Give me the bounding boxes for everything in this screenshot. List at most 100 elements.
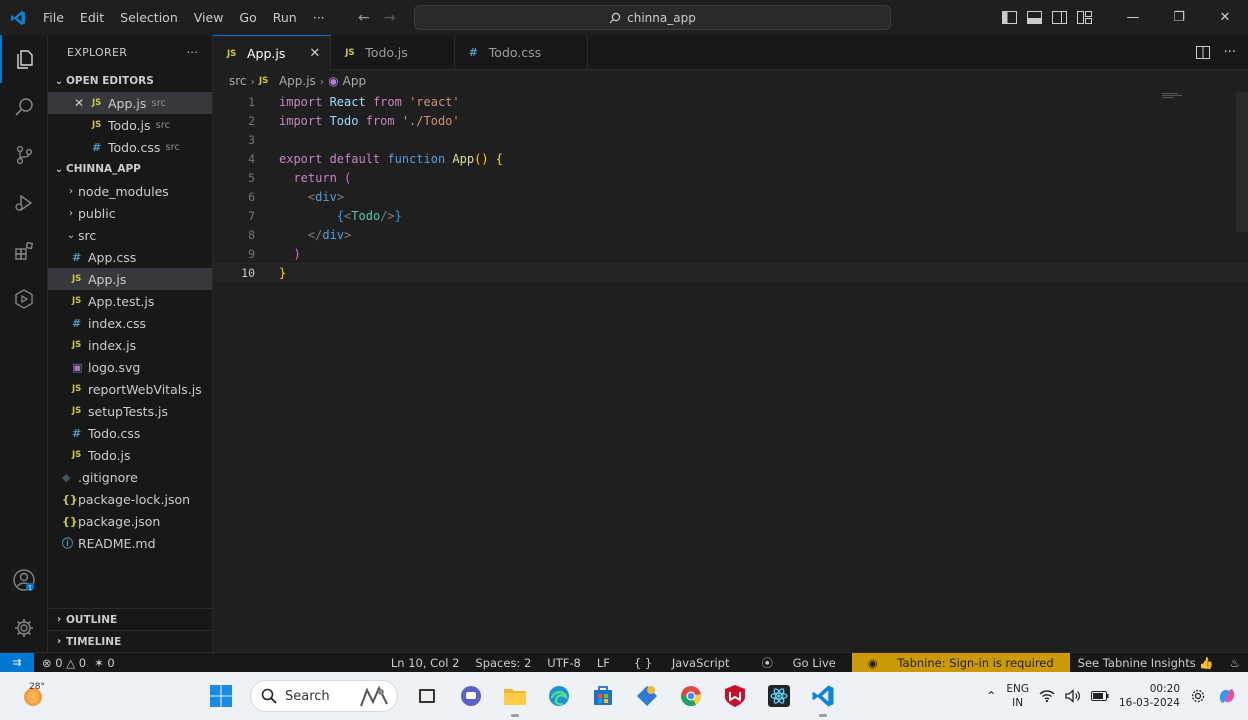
go-live-button[interactable]: ⦿ Go Live	[745, 655, 851, 671]
toggle-secondary-sidebar-icon[interactable]	[1052, 11, 1067, 24]
open-editor-item[interactable]: JS Todo.js src	[48, 114, 212, 136]
tabnine-status[interactable]: ◉ Tabnine: Sign-in is required	[851, 653, 1070, 673]
battery-icon[interactable]	[1090, 690, 1109, 702]
tree-file[interactable]: JS index.js	[48, 334, 212, 356]
folder-app[interactable]	[500, 681, 530, 717]
restore-icon[interactable]: ❐	[1156, 0, 1202, 35]
menu-file[interactable]: File	[35, 0, 72, 35]
tree-file[interactable]: JS setupTests.js	[48, 400, 212, 422]
tree-file[interactable]: {} package.json	[48, 510, 212, 532]
explorer-activity[interactable]	[0, 35, 48, 83]
code-line[interactable]: 6 <div>	[213, 187, 1248, 206]
tree-file[interactable]: JS Todo.js	[48, 444, 212, 466]
tree-file[interactable]: # App.css	[48, 246, 212, 268]
copilot-icon[interactable]	[1216, 685, 1238, 707]
forward-arrow-icon[interactable]: →	[384, 10, 396, 26]
tree-file[interactable]: # Todo.css	[48, 422, 212, 444]
open-editor-item[interactable]: ✕ JS App.js src	[48, 92, 212, 114]
start-button[interactable]	[206, 681, 236, 711]
tree-folder[interactable]: ⌄ src	[48, 224, 212, 246]
close-editor-icon[interactable]: ✕	[74, 96, 92, 110]
extensions-activity[interactable]	[0, 227, 48, 275]
code-editor[interactable]: 1 import React from 'react' 2 import Todo f…	[213, 92, 1248, 282]
tree-file[interactable]: ▣ logo.svg	[48, 356, 212, 378]
tree-file[interactable]: ⓘ README.md	[48, 532, 212, 554]
tree-file[interactable]: {} package-lock.json	[48, 488, 212, 510]
split-editor-icon[interactable]	[1195, 46, 1210, 59]
customize-layout-icon[interactable]	[1077, 11, 1092, 24]
outline-section[interactable]: › OUTLINE	[48, 608, 212, 630]
search-activity[interactable]	[0, 83, 48, 131]
minimize-icon[interactable]: —	[1110, 0, 1156, 35]
code-line[interactable]: 5 return (	[213, 168, 1248, 187]
code-line[interactable]: 1 import React from 'react'	[213, 92, 1248, 111]
menu-more[interactable]: ···	[305, 0, 333, 35]
code-line[interactable]: 7 {<Todo/>}	[213, 206, 1248, 225]
vertical-scrollbar[interactable]	[1236, 92, 1248, 232]
tab-todo-js[interactable]: JS Todo.js	[331, 35, 455, 70]
timeline-section[interactable]: › TIMELINE	[48, 630, 212, 652]
volume-icon[interactable]	[1065, 689, 1081, 703]
breadcrumb-file[interactable]: App.js	[279, 74, 316, 88]
tree-file[interactable]: JS reportWebVitals.js	[48, 378, 212, 400]
breadcrumb-folder[interactable]: src	[229, 74, 247, 88]
tree-file[interactable]: JS App.js	[48, 268, 212, 290]
show-hidden-icons-chevron-icon[interactable]: ⌃	[986, 689, 996, 703]
wifi-icon[interactable]	[1039, 689, 1055, 703]
menu-run[interactable]: Run	[265, 0, 305, 35]
remote-indicator-icon[interactable]: ⇉	[0, 652, 34, 673]
tree-file[interactable]: JS App.test.js	[48, 290, 212, 312]
open-editor-item[interactable]: # Todo.css src	[48, 136, 212, 158]
code-line[interactable]: 4 export default function App() {	[213, 149, 1248, 168]
menu-go[interactable]: Go	[231, 0, 264, 35]
minimap[interactable]	[1162, 93, 1184, 103]
toggle-primary-sidebar-icon[interactable]	[1002, 11, 1017, 24]
store-app[interactable]	[588, 681, 618, 711]
editor-more-actions[interactable]: ···	[1224, 45, 1236, 60]
tree-file[interactable]: ◆ .gitignore	[48, 466, 212, 488]
toggle-panel-icon[interactable]	[1027, 11, 1042, 24]
cursor-position[interactable]: Ln 10, Col 2	[383, 656, 468, 670]
menu-edit[interactable]: Edit	[72, 0, 112, 35]
tabnine-insights[interactable]: See Tabnine Insights 👍	[1070, 656, 1222, 670]
ports-indicator[interactable]: ✶ 0	[94, 656, 115, 670]
tab-todo-css[interactable]: # Todo.css	[455, 35, 589, 70]
back-arrow-icon[interactable]: ←	[358, 10, 370, 26]
explorer-more-actions[interactable]: ···	[187, 46, 198, 59]
edge-browser-app[interactable]	[544, 681, 574, 711]
language-indicator[interactable]: ENG IN	[1006, 682, 1029, 710]
mcafee-app[interactable]	[720, 681, 750, 711]
tree-file[interactable]: # index.css	[48, 312, 212, 334]
project-section[interactable]: ⌄ CHINNA_APP	[48, 158, 212, 180]
indentation[interactable]: Spaces: 2	[467, 656, 539, 670]
breadcrumb-symbol[interactable]: App	[343, 74, 366, 88]
command-center-search[interactable]: chinna_app	[414, 5, 891, 30]
manage-activity[interactable]	[0, 604, 48, 652]
code-line[interactable]: 10}	[213, 263, 1248, 282]
weather-widget[interactable]: 28°	[16, 680, 50, 712]
react-devtools-app[interactable]	[764, 681, 794, 711]
notifications-bell-icon[interactable]: ♨	[1222, 656, 1248, 670]
remote-explorer-activity[interactable]	[0, 275, 48, 323]
notification-settings-icon[interactable]	[1190, 688, 1206, 704]
chrome-app[interactable]	[676, 681, 706, 711]
open-editors-section[interactable]: ⌄ OPEN EDITORS	[48, 70, 212, 92]
code-line[interactable]: 9 )	[213, 244, 1248, 263]
problems-indicator[interactable]: ⊗ 0 △ 0	[42, 656, 86, 670]
close-tab-icon[interactable]: ✕	[309, 46, 320, 61]
accounts-activity[interactable]: 1	[0, 556, 48, 604]
mail-app[interactable]	[632, 681, 662, 711]
encoding[interactable]: UTF-8	[539, 656, 589, 670]
menu-selection[interactable]: Selection	[112, 0, 186, 35]
code-line[interactable]: 3	[213, 130, 1248, 149]
vscode-app[interactable]	[808, 681, 838, 717]
clock[interactable]: 00:20 16-03-2024	[1119, 682, 1180, 710]
tree-folder[interactable]: › public	[48, 202, 212, 224]
tree-folder[interactable]: › node_modules	[48, 180, 212, 202]
language-mode[interactable]: { } JavaScript	[618, 656, 746, 670]
close-window-icon[interactable]: ✕	[1202, 0, 1248, 35]
code-line[interactable]: 8 </div>	[213, 225, 1248, 244]
source-control-activity[interactable]	[0, 131, 48, 179]
file-explorer-app[interactable]	[412, 681, 442, 711]
code-line[interactable]: 2 import Todo from './Todo'	[213, 111, 1248, 130]
